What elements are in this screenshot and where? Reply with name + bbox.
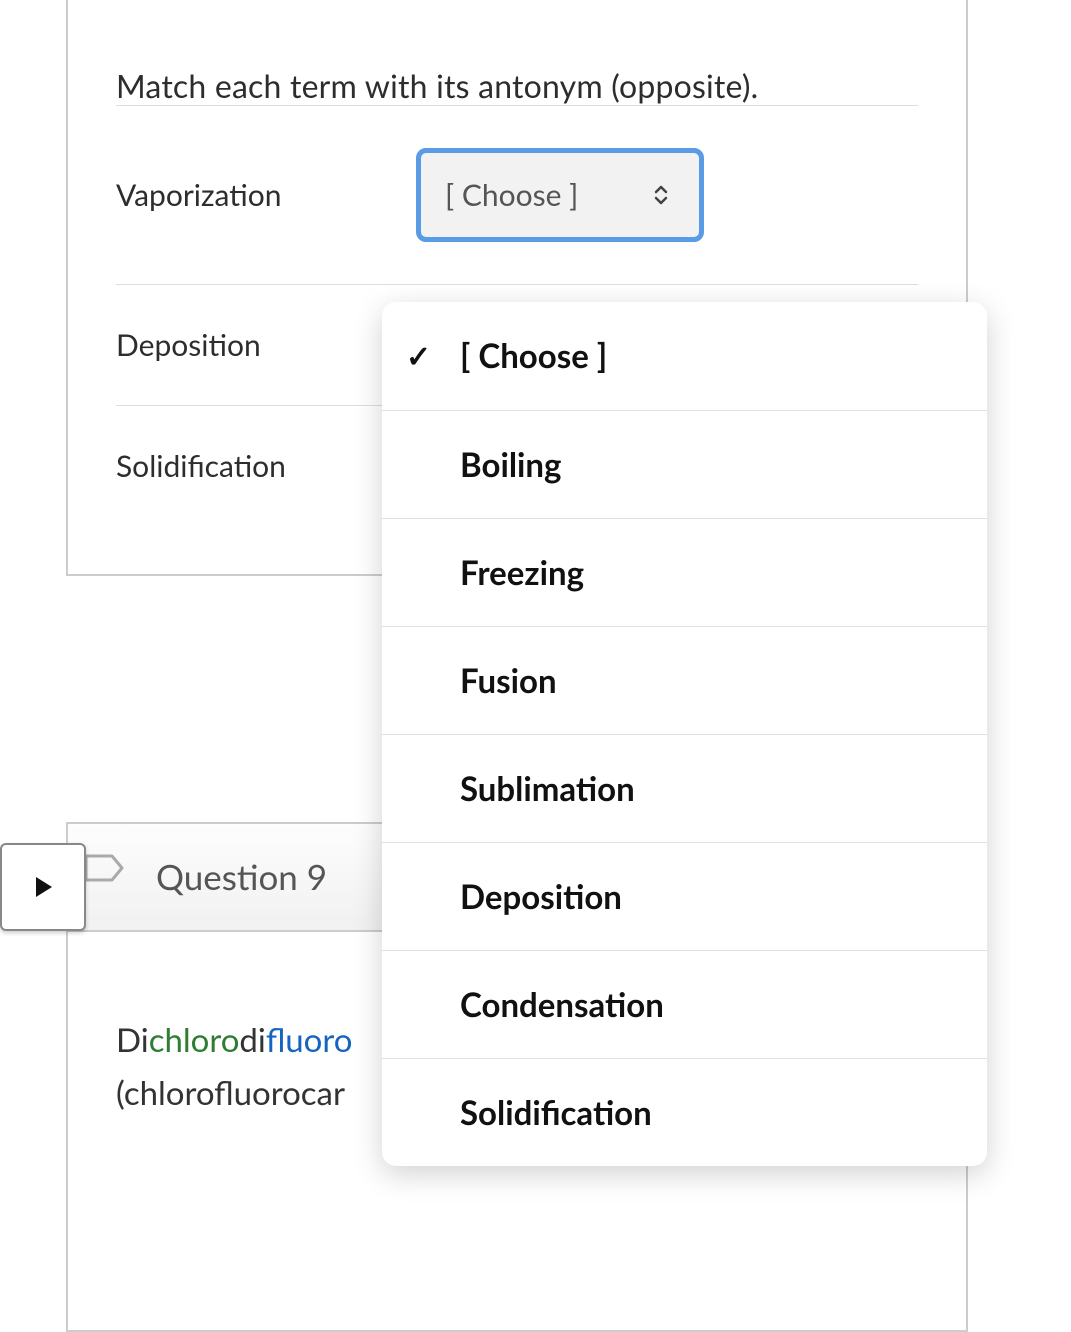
chevron-up-down-icon bbox=[651, 184, 671, 206]
match-term: Vaporization bbox=[116, 177, 416, 213]
dropdown-option-deposition[interactable]: Deposition bbox=[382, 842, 987, 950]
dropdown-option-boiling[interactable]: Boiling bbox=[382, 410, 987, 518]
question-prompt: Match each term with its antonym (opposi… bbox=[116, 66, 918, 105]
play-button[interactable] bbox=[0, 843, 86, 931]
text-segment: di bbox=[239, 1020, 265, 1060]
select-placeholder: [ Choose ] bbox=[445, 177, 578, 213]
dropdown-option-condensation[interactable]: Condensation bbox=[382, 950, 987, 1058]
dropdown-menu: ✓ [ Choose ] Boiling Freezing Fusion Sub… bbox=[382, 302, 987, 1166]
match-row: Vaporization [ Choose ] bbox=[116, 105, 918, 284]
text-segment-chloro: chloro bbox=[149, 1020, 240, 1060]
dropdown-option-choose[interactable]: ✓ [ Choose ] bbox=[382, 302, 987, 410]
text-segment: (chlorofluorocar bbox=[116, 1073, 345, 1113]
dropdown-option-label: [ Choose ] bbox=[460, 336, 607, 376]
match-term: Deposition bbox=[116, 327, 416, 363]
dropdown-option-label: Condensation bbox=[460, 985, 664, 1025]
bookmark-icon[interactable] bbox=[82, 852, 126, 902]
question-header-title: Question 9 bbox=[156, 856, 327, 898]
text-segment: Di bbox=[116, 1020, 149, 1060]
check-icon: ✓ bbox=[406, 338, 431, 375]
dropdown-option-label: Boiling bbox=[460, 445, 561, 485]
dropdown-option-label: Fusion bbox=[460, 661, 557, 701]
match-select[interactable]: [ Choose ] bbox=[416, 148, 704, 242]
dropdown-option-label: Solidification bbox=[460, 1093, 652, 1133]
text-segment-fluoro: fluoro bbox=[266, 1020, 353, 1060]
dropdown-option-label: Freezing bbox=[460, 553, 584, 593]
dropdown-option-solidification[interactable]: Solidification bbox=[382, 1058, 987, 1166]
dropdown-option-fusion[interactable]: Fusion bbox=[382, 626, 987, 734]
dropdown-option-freezing[interactable]: Freezing bbox=[382, 518, 987, 626]
dropdown-option-label: Sublimation bbox=[460, 769, 635, 809]
dropdown-option-sublimation[interactable]: Sublimation bbox=[382, 734, 987, 842]
match-term: Solidification bbox=[116, 448, 416, 484]
dropdown-option-label: Deposition bbox=[460, 877, 622, 917]
